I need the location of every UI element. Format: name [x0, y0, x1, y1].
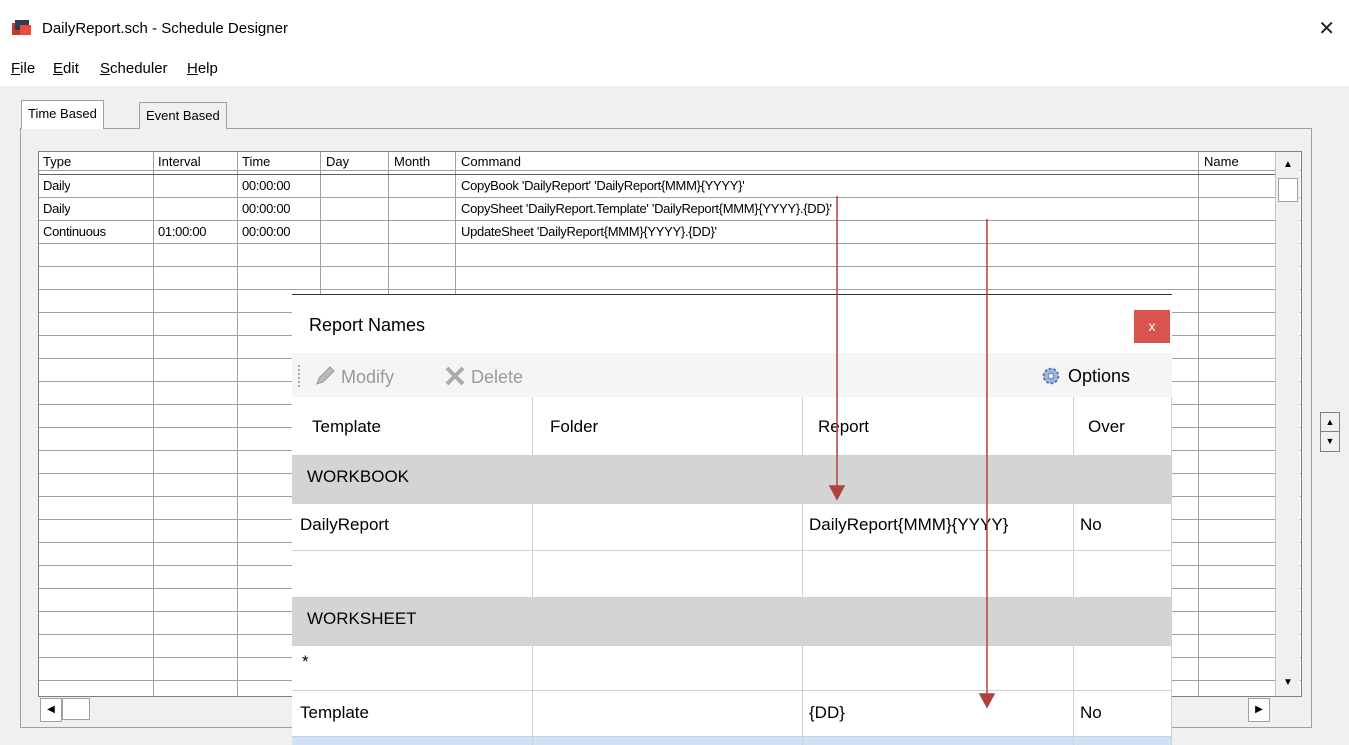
dialog-toolbar: Modify Delete Options	[292, 353, 1172, 397]
spin-down-icon[interactable]: ▼	[1321, 432, 1339, 450]
spin-control[interactable]: ▲ ▼	[1320, 412, 1340, 452]
dialog-table-lines	[292, 397, 1172, 745]
table-cell-interval[interactable]: 01:00:00	[158, 224, 206, 239]
group-label: WORKBOOK	[307, 467, 410, 486]
options-button[interactable]: Options	[1039, 365, 1130, 387]
col-header-over[interactable]: Over	[1088, 417, 1125, 437]
table-cell-type[interactable]: Daily	[43, 201, 70, 216]
table-cell-template[interactable]: DailyReport	[300, 515, 389, 535]
menu-edit-label: dit	[63, 60, 79, 77]
col-header-command[interactable]: Command	[461, 154, 521, 169]
toolbar-grip[interactable]	[298, 365, 303, 387]
delete-button[interactable]: Delete	[444, 365, 523, 388]
table-cell-type[interactable]: Daily	[43, 178, 70, 193]
menu-help-mnemonic: H	[187, 60, 198, 77]
options-label: Options	[1068, 366, 1131, 386]
pencil-icon	[316, 366, 335, 385]
menu-edit-mnemonic: E	[53, 60, 64, 77]
menu-file-mnemonic: F	[11, 60, 21, 77]
vertical-scrollbar[interactable]: ▲ ▼	[1275, 152, 1300, 696]
spin-up-icon[interactable]: ▲	[1321, 413, 1339, 432]
report-names-dialog: Report Names x Modify Delete Options Tem…	[292, 294, 1172, 745]
col-header-report[interactable]: Report	[818, 417, 869, 437]
table-cell-report[interactable]: {DD}	[809, 703, 845, 723]
table-cell-time[interactable]: 00:00:00	[242, 224, 290, 239]
scroll-right-icon[interactable]: ▶	[1248, 698, 1270, 722]
table-cell-time[interactable]: 00:00:00	[242, 178, 290, 193]
menu-file-label: ile	[20, 60, 36, 77]
col-header-type[interactable]: Type	[43, 154, 71, 169]
scroll-thumb[interactable]	[1278, 178, 1298, 202]
menu-scheduler[interactable]: Scheduler	[100, 60, 168, 77]
table-cell-command[interactable]: CopyBook 'DailyReport' 'DailyReport{MMM}…	[461, 178, 744, 193]
scroll-up-icon[interactable]: ▲	[1277, 154, 1299, 176]
menu-scheduler-label: cheduler	[110, 60, 168, 77]
col-header-month[interactable]: Month	[394, 154, 430, 169]
modify-label: Modify	[341, 367, 395, 387]
col-header-interval[interactable]: Interval	[158, 154, 201, 169]
window-title: DailyReport.sch - Schedule Designer	[42, 20, 288, 37]
col-header-name[interactable]: Name	[1204, 154, 1239, 169]
modify-button[interactable]: Modify	[314, 365, 394, 388]
gear-icon	[1042, 367, 1060, 385]
table-cell-type[interactable]: Continuous	[43, 224, 106, 239]
hscroll-thumb[interactable]	[62, 698, 90, 720]
dialog-close-button[interactable]: x	[1134, 310, 1170, 343]
table-cell-command[interactable]: CopySheet 'DailyReport.Template' 'DailyR…	[461, 201, 832, 216]
table-cell-template[interactable]: Template	[300, 703, 369, 723]
tab-time-based[interactable]: Time Based	[21, 100, 104, 129]
col-header-folder[interactable]: Folder	[550, 417, 598, 437]
table-cell-template[interactable]: *	[302, 652, 309, 672]
menu-help-label: elp	[197, 60, 218, 77]
menu-help[interactable]: Help	[187, 60, 218, 77]
tab-event-based[interactable]: Event Based	[139, 102, 227, 129]
table-cell-over[interactable]: No	[1080, 703, 1102, 723]
delete-x-icon	[445, 366, 465, 386]
menu-scheduler-mnemonic: S	[100, 60, 111, 77]
menu-edit[interactable]: Edit	[53, 60, 79, 77]
scroll-left-icon[interactable]: ◀	[40, 698, 62, 722]
col-header-time[interactable]: Time	[242, 154, 270, 169]
table-cell-command[interactable]: UpdateSheet 'DailyReport{MMM}{YYYY}.{DD}…	[461, 224, 717, 239]
col-header-template[interactable]: Template	[312, 417, 381, 437]
table-cell-over[interactable]: No	[1080, 515, 1102, 535]
col-header-day[interactable]: Day	[326, 154, 349, 169]
table-cell-report[interactable]: DailyReport{MMM}{YYYY}	[809, 515, 1008, 535]
close-icon[interactable]: ✕	[1318, 16, 1335, 41]
scroll-down-icon[interactable]: ▼	[1277, 672, 1299, 694]
group-label: WORKSHEET	[307, 609, 417, 628]
title-bar: DailyReport.sch - Schedule Designer ✕	[0, 0, 1349, 54]
table-cell-time[interactable]: 00:00:00	[242, 201, 290, 216]
dialog-title: Report Names	[309, 315, 426, 335]
delete-label: Delete	[471, 367, 524, 387]
menu-file[interactable]: File	[11, 60, 35, 77]
app-icon	[12, 20, 31, 35]
